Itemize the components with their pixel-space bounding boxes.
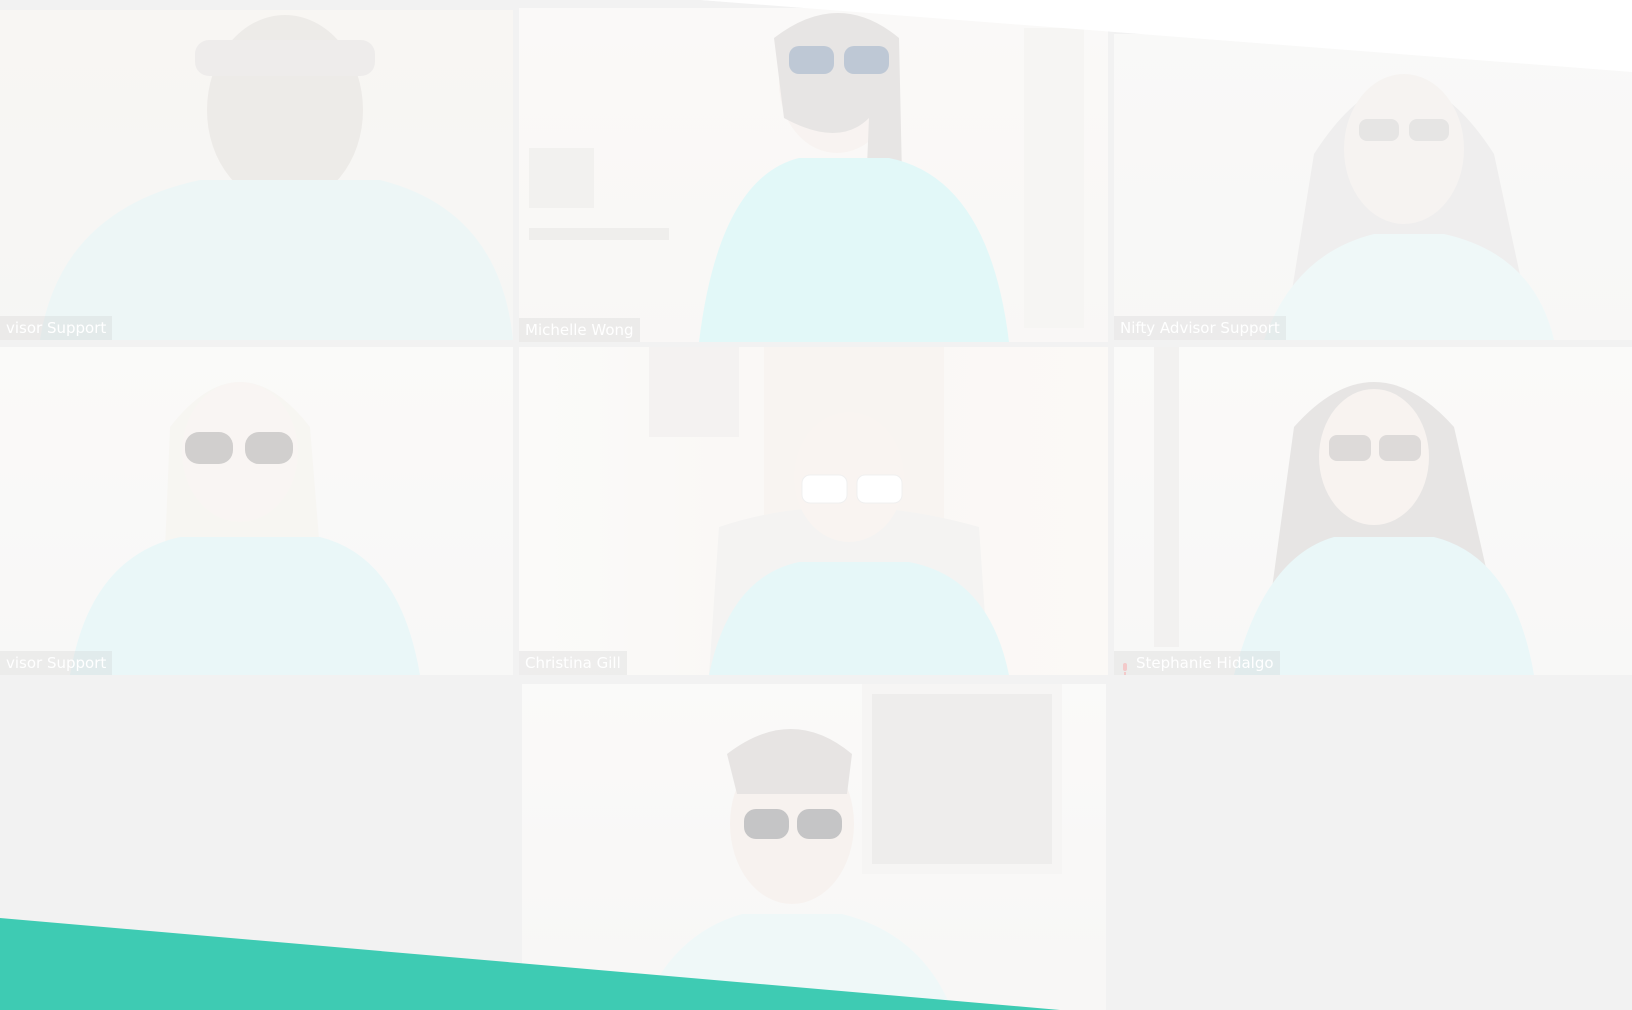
participant-video [40, 15, 513, 340]
participant-name-tag: visor Support [0, 651, 113, 675]
video-tile-5[interactable]: Christina Gill [519, 347, 1108, 675]
participant-video [1264, 74, 1554, 340]
participant-name-tag: Michelle Wong [519, 318, 640, 342]
participant-name-tag: Nifty Advisor Support [1114, 316, 1286, 340]
video-tile-7[interactable] [522, 684, 1106, 1010]
participant-name-tag: Stephanie Hidalgo [1114, 651, 1280, 675]
video-tile-3[interactable]: Nifty Advisor Support [1114, 34, 1632, 340]
video-tile-2[interactable]: Michelle Wong [519, 8, 1108, 342]
participant-video [649, 347, 1009, 675]
participant-video [70, 382, 420, 675]
participant-video [642, 684, 1062, 1010]
participant-name-tag: visor Support [0, 316, 113, 340]
participant-video [529, 13, 1084, 342]
microphone-muted-icon [1120, 658, 1130, 675]
video-tile-1[interactable]: visor Support [0, 10, 513, 340]
video-tile-4[interactable]: visor Support [0, 347, 513, 675]
video-tile-6[interactable]: Stephanie Hidalgo [1114, 347, 1632, 675]
participant-video [1154, 347, 1534, 675]
participant-name-tag: Christina Gill [519, 651, 627, 675]
